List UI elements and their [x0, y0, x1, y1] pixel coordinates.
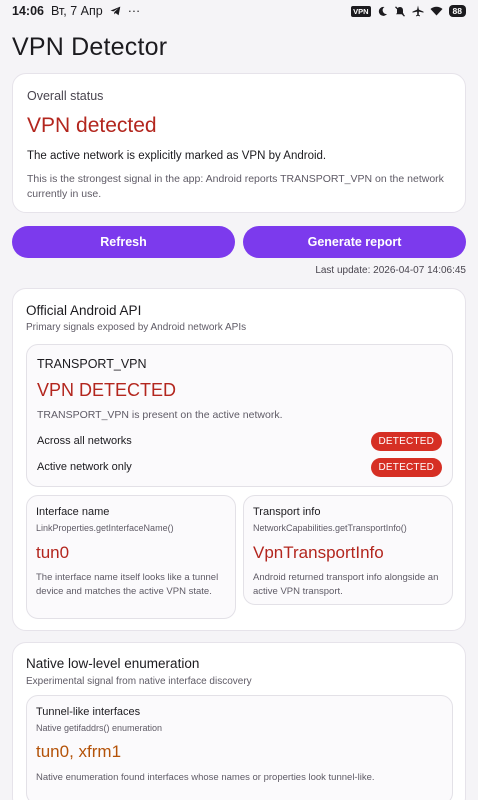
overall-status-card: Overall status VPN detected The active n… [12, 73, 466, 213]
native-enumeration-card: Native low-level enumeration Experimenta… [12, 642, 466, 800]
transport-vpn-status: VPN DETECTED [37, 380, 177, 400]
page-title: VPN Detector [12, 33, 168, 61]
row-label-active-network: Active network only [37, 461, 132, 473]
row-label-all-networks: Across all networks [37, 435, 132, 447]
official-api-title: Official Android API [26, 303, 142, 318]
interface-name-card: Interface name LinkProperties.getInterfa… [26, 495, 236, 619]
detected-badge-all-networks: DETECTED [370, 432, 442, 451]
moon-icon [377, 6, 388, 17]
overall-status-label: Overall status [27, 89, 104, 103]
official-api-subtitle: Primary signals exposed by Android netwo… [26, 322, 247, 333]
transport-info-title: Transport info [253, 506, 321, 518]
transport-info-api: NetworkCapabilities.getTransportInfo() [253, 523, 407, 533]
refresh-button[interactable]: Refresh [12, 226, 235, 258]
detected-badge-active-network: DETECTED [370, 458, 442, 477]
interface-name-title: Interface name [36, 506, 110, 518]
vpn-status-badge: VPN [351, 5, 371, 17]
status-bar: 14:06 Вт, 7 Апр ··· VPN 88 [0, 0, 478, 22]
status-date: Вт, 7 Апр [50, 4, 103, 18]
interface-name-value: tun0 [36, 543, 70, 562]
overall-status-detail: This is the strongest signal in the app:… [27, 173, 444, 200]
native-enumeration-subtitle: Experimental signal from native interfac… [26, 676, 252, 687]
interface-name-description: The interface name itself looks like a t… [36, 572, 219, 597]
tunnel-interfaces-value: tun0, xfrm1 [36, 742, 122, 761]
transport-vpn-name: TRANSPORT_VPN [37, 357, 147, 371]
telegram-icon [110, 6, 121, 16]
interface-name-api: LinkProperties.getInterfaceName() [36, 523, 174, 533]
transport-info-card: Transport info NetworkCapabilities.getTr… [243, 495, 453, 605]
tunnel-interfaces-title: Tunnel-like interfaces [36, 706, 141, 718]
transport-vpn-card: TRANSPORT_VPN VPN DETECTED TRANSPORT_VPN… [26, 344, 453, 487]
overall-status-value: VPN detected [27, 114, 157, 137]
official-api-card: Official Android API Primary signals exp… [12, 288, 466, 631]
generate-report-button[interactable]: Generate report [243, 226, 466, 258]
battery-indicator: 88 [448, 5, 466, 17]
tunnel-interfaces-description: Native enumeration found interfaces whos… [36, 772, 375, 783]
wifi-icon [430, 6, 443, 16]
mute-icon [394, 5, 406, 17]
transport-info-description: Android returned transport info alongsid… [253, 572, 439, 597]
more-notifications-icon: ··· [127, 4, 141, 18]
tunnel-interfaces-card: Tunnel-like interfaces Native getifaddrs… [26, 695, 453, 800]
last-update-text: Last update: 2026-04-07 14:06:45 [315, 265, 466, 276]
status-time: 14:06 [12, 4, 44, 18]
airplane-icon [412, 5, 424, 17]
tunnel-interfaces-api: Native getifaddrs() enumeration [36, 723, 163, 733]
overall-status-summary: The active network is explicitly marked … [27, 150, 327, 162]
transport-info-value: VpnTransportInfo [253, 543, 384, 562]
native-enumeration-title: Native low-level enumeration [26, 656, 200, 671]
transport-vpn-description: TRANSPORT_VPN is present on the active n… [37, 409, 283, 421]
